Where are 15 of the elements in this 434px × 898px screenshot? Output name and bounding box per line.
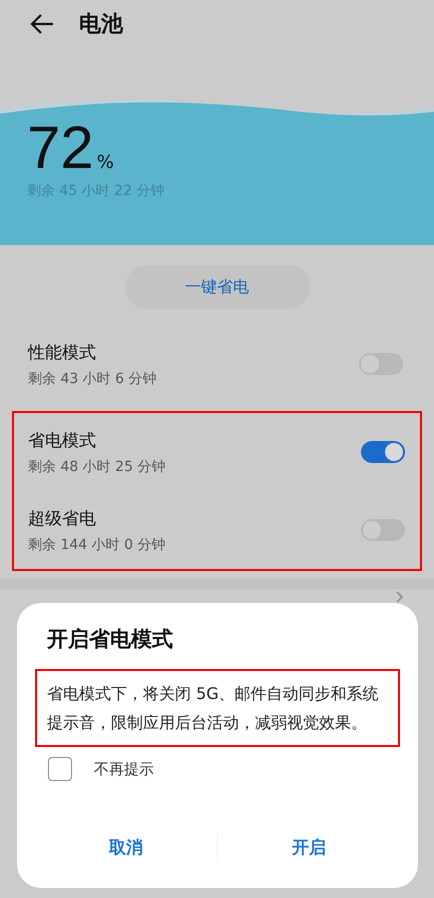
mode-name: 省电模式 [28,430,97,452]
dialog-button[interactable]: 开启 [218,827,400,867]
mode-remaining: 剩余 144 小时 0 分钟 [28,536,166,554]
mode-remaining: 剩余 43 小时 6 分钟 [28,370,157,388]
one-click-save-button[interactable]: 一键省电 [124,265,310,309]
battery-percent: 72 [27,118,94,178]
page-title: 电池 [79,11,123,39]
dialog-title: 开启省电模式 [46,626,174,653]
mode-name: 超级省电 [28,508,97,530]
percent-sign: % [96,152,114,173]
dialog-button[interactable]: 取消 [35,827,217,867]
checkbox-label: 不再提示 [94,760,154,778]
dialog-message: 省电模式下，将关闭 5G、邮件自动同步和系统提示音，限制应用后台活动，减弱视觉效果。 [47,683,380,734]
mode-remaining: 剩余 48 小时 25 分钟 [28,458,166,476]
mode-name: 性能模式 [28,342,97,364]
